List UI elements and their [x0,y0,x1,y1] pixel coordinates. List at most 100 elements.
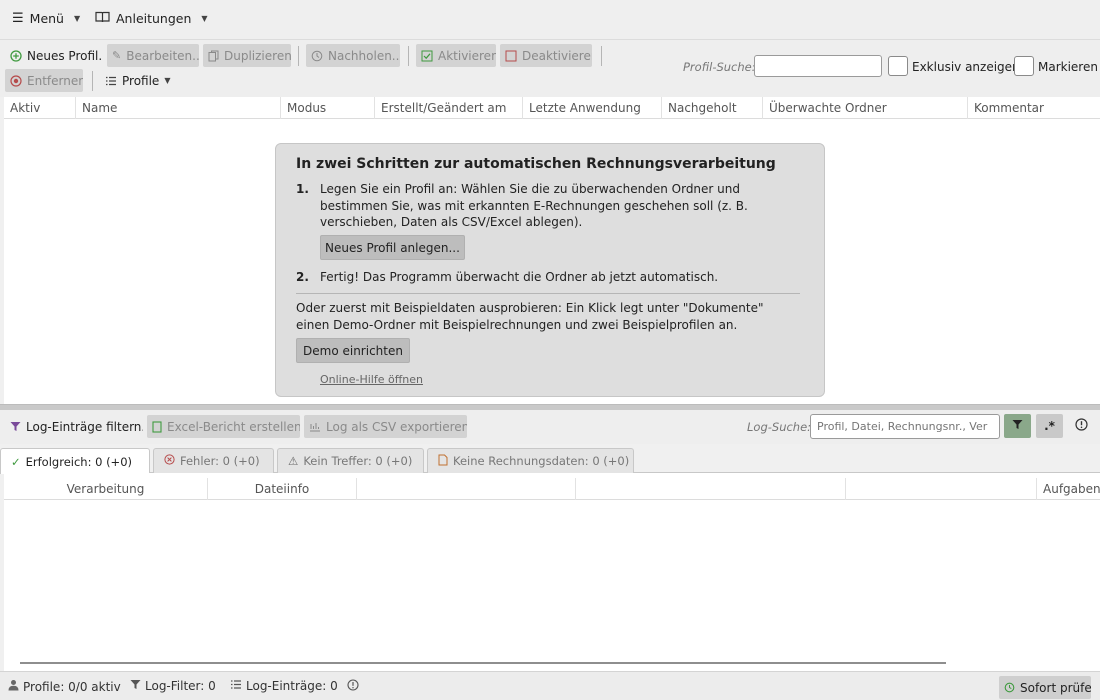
demo-text: Oder zuerst mit Beispieldaten ausprobier… [296,301,764,332]
list-icon [105,74,117,87]
excel-icon [152,420,162,433]
exclusive-checkbox[interactable] [888,56,908,76]
step1-text: Legen Sie ein Profil an: Wählen Sie die … [320,182,748,229]
status-log-entries: Log-Einträge: 0 [230,679,338,693]
profile-table-header: Aktiv Name Modus Erstellt/Geändert am Le… [4,97,1100,119]
tab-no-match-label: Kein Treffer: 0 (+0) [303,454,413,468]
tab-no-invoice-data-label: Keine Rechnungsdaten: 0 (+0) [453,454,630,468]
csv-export-button[interactable]: Log als CSV exportieren... [304,415,467,438]
new-profile-button[interactable]: Neues Profil... [5,44,102,67]
column-header-empty[interactable] [357,478,576,500]
filter-icon [10,420,21,433]
column-header-file-info[interactable]: Dateiinfo [208,478,357,500]
toolbar-divider [298,46,299,66]
onboarding-title: In zwei Schritten zur automatischen Rech… [296,156,776,172]
add-circle-icon [10,49,22,62]
log-tabs: ✓ Erfolgreich: 0 (+0) Fehler: 0 (+0) ⚠ K… [0,444,1100,474]
step-number: 2. [296,270,309,284]
duplicate-label: Duplizieren [224,48,291,63]
csv-export-label: Log als CSV exportieren... [326,419,467,434]
chevron-down-icon: ▼ [164,76,171,85]
filter-icon [1012,419,1023,433]
pencil-icon: ✎ [112,49,122,62]
log-search-label: Log-Suche: [747,420,812,434]
column-header-task[interactable]: Aufgabens [1036,478,1100,500]
horizontal-scrollbar[interactable] [20,662,946,664]
excel-report-button[interactable]: Excel-Bericht erstellen... [147,415,300,438]
edit-label: Bearbeiten... [126,48,199,63]
checkbox-checked-icon [421,49,433,62]
profiles-menu-button[interactable]: Profile ▼ [100,69,174,92]
copy-icon [208,49,219,62]
error-circle-icon [164,454,175,468]
mark-checkbox[interactable] [1014,56,1034,76]
log-filter-label: Log-Einträge filtern... [26,419,143,434]
check-icon: ✓ [11,454,21,469]
edit-button[interactable]: ✎ Bearbeiten... [107,44,199,67]
step-number: 1. [296,182,309,196]
guides-menu-button[interactable]: Anleitungen ▼ [95,11,208,26]
online-help-link[interactable]: Online-Hilfe öffnen [320,373,423,386]
tab-errors[interactable]: Fehler: 0 (+0) [153,448,274,473]
warning-icon: ⚠ [288,454,299,468]
column-header-last-use[interactable]: Letzte Anwendung [523,97,662,119]
activate-label: Aktivieren [438,48,496,63]
menu-bar: ☰ Menü ▼ Anleitungen ▼ [0,0,1100,40]
duplicate-button[interactable]: Duplizieren [203,44,291,67]
log-filter-button[interactable]: Log-Einträge filtern... [5,415,143,438]
info-circle-icon [347,679,359,694]
tab-no-match[interactable]: ⚠ Kein Treffer: 0 (+0) [277,448,424,473]
column-header-empty[interactable] [576,478,846,500]
tab-errors-label: Fehler: 0 (+0) [180,454,260,468]
tab-successful[interactable]: ✓ Erfolgreich: 0 (+0) [0,448,150,474]
info-button[interactable] [1068,414,1095,438]
log-search-input[interactable] [810,414,1000,439]
status-profiles-label: Profile: 0/0 aktiv [23,679,121,694]
apply-filter-button[interactable] [1004,414,1031,438]
book-icon [95,11,110,26]
new-profile-create-button[interactable]: Neues Profil anlegen... [320,235,465,260]
main-menu-button[interactable]: ☰ Menü ▼ [12,11,80,26]
remove-button[interactable]: Entfernen [5,69,83,92]
main-menu-label: Menü [29,11,64,26]
column-header-caught-up[interactable]: Nachgeholt [662,97,763,119]
toolbar-divider [408,46,409,66]
profile-search-input[interactable] [754,55,882,77]
history-icon [311,49,323,62]
catchup-label: Nachholen... [328,48,400,63]
step2-text: Fertig! Das Programm überwacht die Ordne… [320,270,719,284]
user-icon [8,679,19,694]
deactivate-button[interactable]: Deaktivieren [500,44,592,67]
document-icon [438,454,448,469]
list-icon [230,679,242,693]
status-bar: Profile: 0/0 aktiv Log-Filter: 0 Log-Ein… [0,671,1100,700]
column-header-processing[interactable]: Verarbeitung [4,478,208,500]
regex-toggle-button[interactable]: .* [1036,414,1063,438]
column-header-comment[interactable]: Kommentar [968,97,1100,119]
log-table-header: Verarbeitung Dateiinfo Aufgabens [4,478,1100,500]
activate-button[interactable]: Aktivieren [416,44,496,67]
column-header-active[interactable]: Aktiv [4,97,76,119]
column-header-mode[interactable]: Modus [281,97,375,119]
remove-label: Entfernen [27,73,83,88]
exclusive-checkbox-label: Exklusiv anzeigen [912,60,1020,74]
log-toolbar: Log-Einträge filtern... Excel-Bericht er… [0,410,1100,444]
status-info[interactable] [347,679,359,694]
catchup-button[interactable]: Nachholen... [306,44,400,67]
onboarding-card: In zwei Schritten zur automatischen Rech… [275,143,825,397]
demo-setup-button[interactable]: Demo einrichten [296,338,410,363]
new-profile-label: Neues Profil... [27,48,102,63]
check-now-button[interactable]: Sofort prüfen [999,676,1091,699]
column-header-watched-folders[interactable]: Überwachte Ordner [763,97,968,119]
toolbar-divider [601,46,602,66]
tab-no-invoice-data[interactable]: Keine Rechnungsdaten: 0 (+0) [427,448,634,473]
checkbox-empty-icon [505,49,517,62]
toolbar-divider [92,71,93,91]
column-header-created[interactable]: Erstellt/Geändert am [375,97,523,119]
column-header-name[interactable]: Name [76,97,281,119]
info-circle-icon [1075,418,1088,434]
log-table: Verarbeitung Dateiinfo Aufgabens [4,473,1100,671]
status-profiles: Profile: 0/0 aktiv [8,679,121,694]
profile-search-label: Profil-Suche: [683,60,756,74]
chevron-down-icon: ▼ [201,14,208,23]
